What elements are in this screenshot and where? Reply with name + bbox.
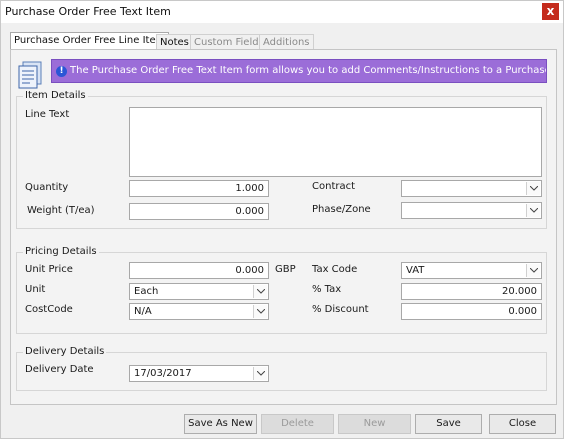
tax-code-value: VAT	[406, 265, 425, 276]
item-details-title: Item Details	[23, 90, 88, 101]
phase-zone-label: Phase/Zone	[312, 204, 371, 215]
line-text-label: Line Text	[25, 109, 70, 120]
tax-code-select[interactable]: VAT	[401, 262, 542, 279]
phase-zone-select[interactable]	[401, 202, 542, 219]
tab-custom-fields[interactable]: Custom Fields	[190, 34, 268, 50]
pricing-details-title: Pricing Details	[23, 246, 99, 257]
unit-value: Each	[134, 286, 159, 297]
info-text: The Purchase Order Free Text Item form a…	[70, 65, 547, 76]
cost-code-value: N/A	[134, 306, 152, 317]
save-as-new-button[interactable]: Save As New	[184, 414, 257, 434]
currency-label: GBP	[275, 264, 296, 275]
delivery-date-picker[interactable]: 17/03/2017	[129, 365, 269, 382]
info-banner: ! The Purchase Order Free Text Item form…	[51, 59, 547, 83]
contract-label: Contract	[312, 181, 356, 192]
weight-input[interactable]: 0.000	[129, 203, 269, 220]
unit-label: Unit	[25, 284, 46, 295]
save-button[interactable]: Save	[415, 414, 482, 434]
delete-button[interactable]: Delete	[261, 414, 334, 434]
new-button[interactable]: New	[338, 414, 411, 434]
tab-free-line-item[interactable]: Purchase Order Free Line Item	[10, 32, 170, 50]
tax-percent-label: % Tax	[312, 284, 342, 295]
discount-input[interactable]: 0.000	[401, 303, 542, 320]
weight-label: Weight (T/ea)	[27, 205, 95, 216]
chevron-down-icon[interactable]	[253, 367, 267, 380]
info-icon: !	[56, 66, 67, 77]
chevron-down-icon[interactable]	[526, 204, 540, 217]
delivery-date-value: 17/03/2017	[134, 368, 192, 379]
dialog-window: Purchase Order Free Text Item x Purchase…	[0, 0, 564, 439]
window-title: Purchase Order Free Text Item	[5, 5, 171, 18]
tax-percent-input[interactable]: 20.000	[401, 283, 542, 300]
contract-select[interactable]	[401, 180, 542, 197]
tab-additions[interactable]: Additions	[259, 34, 314, 50]
close-window-button[interactable]: x	[542, 3, 559, 20]
tab-notes[interactable]: Notes	[156, 34, 193, 50]
delivery-details-title: Delivery Details	[23, 346, 107, 357]
chevron-down-icon[interactable]	[526, 182, 540, 195]
document-icon	[15, 60, 45, 90]
unit-select[interactable]: Each	[129, 283, 269, 300]
unit-price-input[interactable]: 0.000	[129, 262, 269, 279]
close-button[interactable]: Close	[489, 414, 556, 434]
quantity-label: Quantity	[25, 182, 69, 193]
delivery-date-label: Delivery Date	[25, 364, 94, 375]
line-text-input[interactable]	[129, 107, 542, 177]
chevron-down-icon[interactable]	[253, 285, 267, 298]
discount-label: % Discount	[312, 304, 369, 315]
quantity-input[interactable]: 1.000	[129, 180, 269, 197]
title-bar: Purchase Order Free Text Item x	[1, 1, 563, 23]
unit-price-label: Unit Price	[25, 264, 73, 275]
chevron-down-icon[interactable]	[253, 305, 267, 318]
tax-code-label: Tax Code	[312, 264, 358, 275]
chevron-down-icon[interactable]	[526, 264, 540, 277]
delivery-details-group: Delivery Details	[16, 346, 547, 391]
cost-code-label: CostCode	[25, 304, 73, 315]
cost-code-select[interactable]: N/A	[129, 303, 269, 320]
